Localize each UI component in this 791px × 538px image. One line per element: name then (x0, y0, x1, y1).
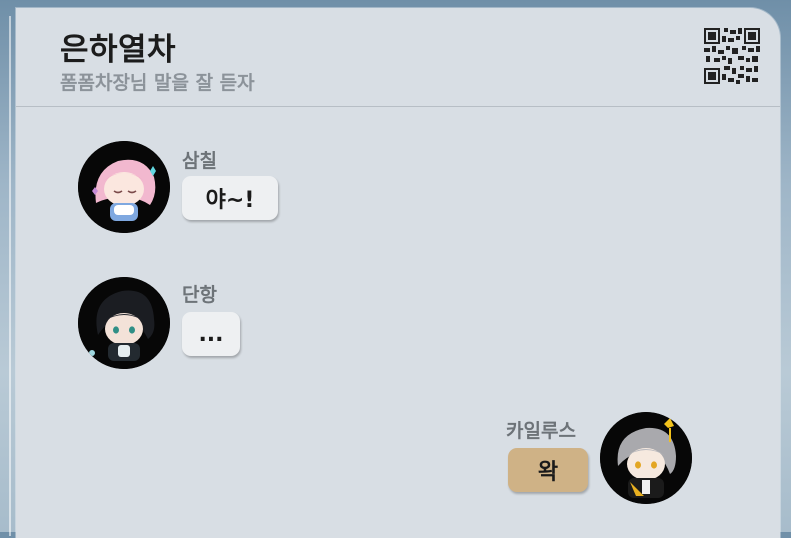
window-frame-edge (9, 16, 11, 536)
avatar[interactable] (78, 141, 170, 233)
sender-name: 삼칠 (182, 150, 217, 172)
qr-code-icon[interactable] (704, 28, 760, 84)
chat-subtitle: 폼폼차장님 말을 잘 듣자 (60, 72, 255, 94)
avatar[interactable] (600, 412, 692, 504)
chat-card: 은하열차 폼폼차장님 말을 잘 듣자 삼칠 야~! 단항 ... 카일루스 왁 (16, 8, 780, 538)
message-bubble[interactable]: 왁 (508, 448, 588, 492)
sender-name: 단항 (182, 284, 217, 306)
chat-header: 은하열차 폼폼차장님 말을 잘 듣자 (16, 8, 780, 107)
sender-name: 카일루스 (506, 420, 576, 442)
avatar[interactable] (78, 277, 170, 369)
chat-title: 은하열차 (60, 32, 177, 68)
message-bubble[interactable]: 야~! (182, 176, 278, 220)
message-bubble[interactable]: ... (182, 312, 240, 356)
